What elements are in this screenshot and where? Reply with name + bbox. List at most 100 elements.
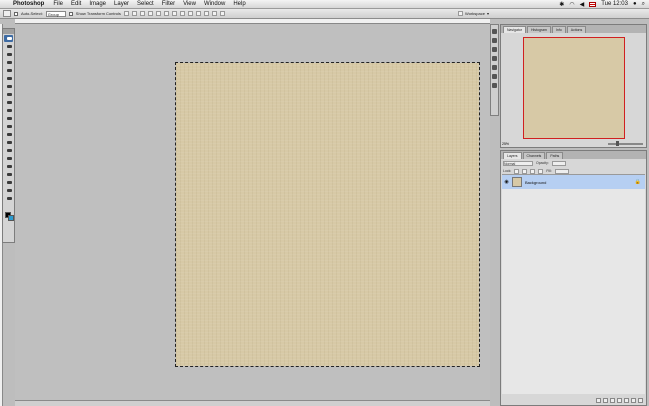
zoom-icon[interactable] xyxy=(4,195,13,202)
adjustment-icon[interactable] xyxy=(617,398,622,403)
stamp-icon[interactable] xyxy=(4,107,13,114)
spotlight-icon[interactable]: ⌕ xyxy=(642,1,645,8)
fill-field[interactable] xyxy=(554,168,569,174)
align-top-icon[interactable] xyxy=(123,11,129,16)
paragraph-icon[interactable] xyxy=(492,74,497,79)
opacity-field[interactable] xyxy=(551,160,566,166)
volume-icon[interactable]: ◀ xyxy=(580,1,585,8)
trash-icon[interactable] xyxy=(638,398,643,403)
ps-logo-icon[interactable] xyxy=(4,35,13,42)
tab-paths[interactable]: Paths xyxy=(546,152,564,159)
navigator-preview[interactable] xyxy=(523,37,625,139)
crop-icon[interactable] xyxy=(4,75,13,82)
layer-thumbnail xyxy=(512,177,522,187)
layers-footer xyxy=(502,398,645,404)
bluetooth-icon[interactable]: ✱ xyxy=(559,1,564,8)
dodge-icon[interactable] xyxy=(4,147,13,154)
folder-icon[interactable] xyxy=(624,398,629,403)
distribute-right-icon[interactable] xyxy=(211,11,217,16)
menu-view[interactable]: View xyxy=(183,1,196,7)
background-color-swatch[interactable] xyxy=(8,215,14,221)
align-left-icon[interactable] xyxy=(147,11,153,16)
lock-position-icon[interactable] xyxy=(530,168,536,174)
navigator-panel: Navigator Histogram Info Actions 25% xyxy=(500,24,647,148)
navigator-zoom-slider[interactable] xyxy=(608,141,643,146)
distribute-bottom-icon[interactable] xyxy=(187,11,193,16)
type-icon[interactable] xyxy=(4,163,13,170)
clock[interactable]: Tue 12:03 xyxy=(601,1,628,7)
app-name[interactable]: Photoshop xyxy=(13,1,44,7)
lasso-icon[interactable] xyxy=(4,59,13,66)
tab-navigator[interactable]: Navigator xyxy=(503,26,526,33)
auto-align-icon[interactable] xyxy=(219,11,225,16)
marquee-icon[interactable] xyxy=(4,51,13,58)
menu-select[interactable]: Select xyxy=(137,1,154,7)
blend-row: Normal Opacity: xyxy=(501,159,646,167)
move-icon[interactable] xyxy=(4,43,13,50)
healing-icon[interactable] xyxy=(4,91,13,98)
transform-checkbox[interactable] xyxy=(68,11,73,16)
user-icon[interactable]: ● xyxy=(633,1,637,7)
menu-edit[interactable]: Edit xyxy=(71,1,81,7)
lock-pixels-icon[interactable] xyxy=(522,168,528,174)
toolbox-header[interactable] xyxy=(3,29,14,34)
hand-icon[interactable] xyxy=(4,187,13,194)
magic-wand-icon[interactable] xyxy=(4,67,13,74)
distribute-top-icon[interactable] xyxy=(171,11,177,16)
options-bar: Auto-Select: Group Show Transform Contro… xyxy=(0,9,649,19)
path-select-icon[interactable] xyxy=(4,171,13,178)
brushes-icon[interactable] xyxy=(492,38,497,43)
move-tool-icon[interactable] xyxy=(3,10,11,17)
align-right-icon[interactable] xyxy=(163,11,169,16)
canvas-image[interactable] xyxy=(175,62,480,367)
eraser-icon[interactable] xyxy=(4,123,13,130)
menu-window[interactable]: Window xyxy=(204,1,225,7)
tab-layers[interactable]: Layers xyxy=(503,152,522,159)
eye-icon[interactable]: ◉ xyxy=(504,179,509,185)
layer-row-background[interactable]: ◉ Background 🔒 xyxy=(502,175,645,189)
clone-source-icon[interactable] xyxy=(492,56,497,61)
lock-all-icon[interactable] xyxy=(538,168,544,174)
tab-histogram[interactable]: Histogram xyxy=(526,26,551,33)
align-middle-icon[interactable] xyxy=(131,11,137,16)
panel-dock-collapsed xyxy=(490,24,499,116)
lock-transparent-icon[interactable] xyxy=(514,168,520,174)
fx-icon[interactable] xyxy=(603,398,608,403)
auto-select-checkbox[interactable] xyxy=(14,11,18,16)
menu-image[interactable]: Image xyxy=(89,1,106,7)
tab-channels[interactable]: Channels xyxy=(522,152,546,159)
distribute-center-icon[interactable] xyxy=(203,11,209,16)
auto-select-dropdown[interactable]: Group xyxy=(45,10,66,17)
slice-icon[interactable] xyxy=(4,83,13,90)
opacity-label: Opacity: xyxy=(536,161,549,165)
history-brush-icon[interactable] xyxy=(4,115,13,122)
distribute-left-icon[interactable] xyxy=(195,11,201,16)
flag-icon[interactable] xyxy=(589,1,597,7)
blend-mode-dropdown[interactable]: Normal xyxy=(503,160,533,166)
distribute-middle-icon[interactable] xyxy=(179,11,185,16)
tool-presets-icon[interactable] xyxy=(492,47,497,52)
mask-icon[interactable] xyxy=(610,398,615,403)
navigator-zoom-value[interactable]: 25% xyxy=(502,142,509,146)
new-layer-icon[interactable] xyxy=(631,398,636,403)
workspace-menu[interactable]: Workspace ▾ xyxy=(458,11,489,16)
menu-file[interactable]: File xyxy=(53,1,63,7)
link-icon[interactable] xyxy=(596,398,601,403)
tab-info[interactable]: Info xyxy=(551,26,566,33)
brush-icon[interactable] xyxy=(4,99,13,106)
align-center-icon[interactable] xyxy=(155,11,161,16)
history-icon[interactable] xyxy=(492,29,497,34)
dock-icon xyxy=(458,11,464,16)
pen-icon[interactable] xyxy=(4,155,13,162)
menu-filter[interactable]: Filter xyxy=(162,1,175,7)
shape-icon[interactable] xyxy=(4,179,13,186)
layer-comps-icon[interactable] xyxy=(492,83,497,88)
align-bottom-icon[interactable] xyxy=(139,11,145,16)
tab-actions[interactable]: Actions xyxy=(566,26,587,33)
wifi-icon[interactable]: ◠ xyxy=(569,1,574,8)
gradient-icon[interactable] xyxy=(4,131,13,138)
menu-help[interactable]: Help xyxy=(233,1,245,7)
menu-layer[interactable]: Layer xyxy=(114,1,129,7)
character-icon[interactable] xyxy=(492,65,497,70)
blur-icon[interactable] xyxy=(4,139,13,146)
